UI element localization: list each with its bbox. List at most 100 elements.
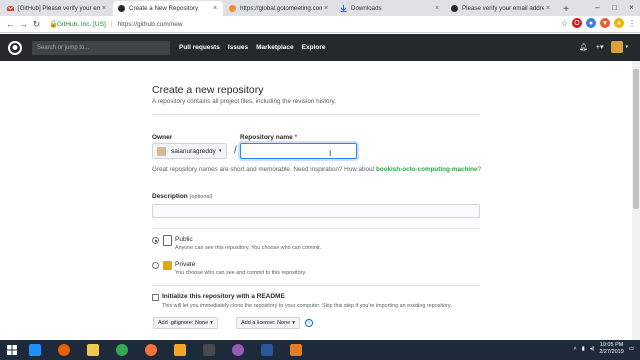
tab-verify-email[interactable]: Please verify your email address × [446,1,556,16]
avatar [611,41,624,53]
nav-explore[interactable]: Explore [302,44,326,51]
private-radio[interactable] [152,262,159,269]
gitignore-select[interactable]: Add .gitignore: None ▾ [153,317,218,329]
firefox-icon[interactable] [53,341,75,359]
tray-chevron-icon[interactable]: ˄ [573,346,576,352]
tab-downloads[interactable]: Downloads × [335,1,445,16]
mail-icon [7,5,14,12]
toolbar-extensions: ☆ O ● ▼ ● ⋮ [561,18,636,28]
screen-capture-icon[interactable] [198,341,220,359]
bookmark-star-icon[interactable]: ☆ [561,19,568,28]
gitignore-label: Add .gitignore: None [158,320,209,326]
network-icon[interactable]: ▮ [582,346,585,352]
search-input[interactable]: Search or jump to... [32,40,170,55]
chrome-icon[interactable] [111,341,133,359]
github-nav: Pull requests Issues Marketplace Explore [179,44,326,51]
readme-checkbox[interactable] [152,294,159,301]
close-tab-icon[interactable]: × [544,5,552,12]
address-bar[interactable]: 🔒 GitHub, Inc. [US] | https://github.com… [49,18,559,31]
name-suggestion[interactable]: bookish-octo-computing-machine [376,166,477,173]
close-tab-icon[interactable]: × [322,5,330,12]
tab-gotomeeting[interactable]: https://global.gotomeeting.com... × [224,1,334,16]
optional-tag: (optional) [189,194,213,200]
tab-github-verify-email[interactable]: [GitHub] Please verify your em... × [2,1,112,16]
owner-avatar [157,146,166,156]
reload-button[interactable]: ↻ [30,19,43,30]
paint-icon[interactable] [227,341,249,359]
tab-create-repository[interactable]: Create a New Repository × [113,1,223,16]
new-tab-button[interactable]: + [559,2,573,16]
repo-name-label: Repository name * [240,134,297,141]
divider [152,114,480,115]
owner-name: saianuragreddy [171,147,216,155]
separator: | [110,20,113,28]
divider [152,285,480,286]
ie-icon[interactable] [24,341,46,359]
tab-title: https://global.gotomeeting.com... [240,5,322,12]
site-identity: GitHub, Inc. [US] [57,20,106,28]
tab-title: [GitHub] Please verify your em... [18,5,100,12]
github-icon [451,5,458,12]
back-button[interactable]: ← [4,19,17,29]
public-description: Anyone can see this repository. You choo… [175,245,322,251]
firefox-dev-icon[interactable] [140,341,162,359]
windows-logo-icon [7,345,17,355]
readme-description: This will let you immediately clone the … [162,303,452,309]
public-radio[interactable] [152,237,159,244]
repo-name-hint: Great repository names are short and mem… [152,165,482,175]
brave-shield-icon[interactable]: ▼ [600,18,610,28]
nav-pull-requests[interactable]: Pull requests [179,44,220,51]
github-header: Search or jump to... Pull requests Issue… [0,34,640,61]
browser-menu-icon[interactable]: ⋮ [628,19,636,28]
private-description: You choose who can see and commit to thi… [175,270,307,276]
close-window-button[interactable]: × [623,0,640,16]
app-orange-icon[interactable] [169,341,191,359]
close-tab-icon[interactable]: × [433,5,441,12]
create-new-plus-icon[interactable]: +▾ [596,43,604,51]
owner-select[interactable]: saianuragreddy ▾ [152,143,227,159]
system-tray: ˄ ▮ ◂) 10:05 PM 2/27/2019 ▭ [573,342,634,356]
maximize-button[interactable]: □ [606,0,623,16]
tab-strip: [GitHub] Please verify your em... × Crea… [0,0,640,16]
chevron-down-icon: ▾ [625,44,628,50]
nav-marketplace[interactable]: Marketplace [256,44,294,51]
github-icon [118,5,125,12]
extension-icon[interactable]: ● [586,18,596,28]
github-logo-icon[interactable] [8,40,22,55]
forward-button[interactable]: → [17,19,30,29]
tab-title: Please verify your email address [462,5,544,12]
url-text: https://github.com/new [117,20,183,28]
info-icon[interactable]: i [305,319,313,327]
page-scrollbar[interactable] [632,61,640,343]
close-tab-icon[interactable]: × [211,5,219,12]
public-label: Public [175,236,193,243]
chevron-down-icon: ▾ [218,148,222,154]
header-actions: 🔔︎ +▾ ▾ [579,41,628,53]
user-menu[interactable]: ▾ [611,41,628,53]
window-controls: – □ × [589,0,640,16]
scrollbar-thumb[interactable] [633,69,639,209]
nav-issues[interactable]: Issues [228,44,248,51]
description-input[interactable] [152,204,480,218]
opera-extension-icon[interactable]: O [572,18,582,28]
gotomeeting-icon [229,5,236,12]
notifications-icon[interactable]: ▭ [629,346,634,352]
license-select[interactable]: Add a license: None ▾ [236,317,300,329]
clock[interactable]: 10:05 PM 2/27/2019 [599,342,623,356]
file-explorer-icon[interactable] [82,341,104,359]
notifications-bell-icon[interactable]: 🔔︎ [579,43,588,51]
word-icon[interactable] [256,341,278,359]
description-label-text: Description [152,193,188,200]
start-button[interactable] [0,340,24,360]
minimize-button[interactable]: – [589,0,606,16]
clock-date: 2/27/2019 [599,349,624,355]
extension-yellow-icon[interactable]: ● [614,18,624,28]
photos-icon[interactable] [285,341,307,359]
volume-icon[interactable]: ◂) [590,346,595,352]
chevron-down-icon: ▾ [210,320,213,326]
page-title: Create a new repository [152,84,264,96]
owner-label: Owner [152,134,173,141]
repository-name-input[interactable] [240,143,357,159]
hint-suffix: ? [477,166,481,173]
close-tab-icon[interactable]: × [100,5,108,12]
